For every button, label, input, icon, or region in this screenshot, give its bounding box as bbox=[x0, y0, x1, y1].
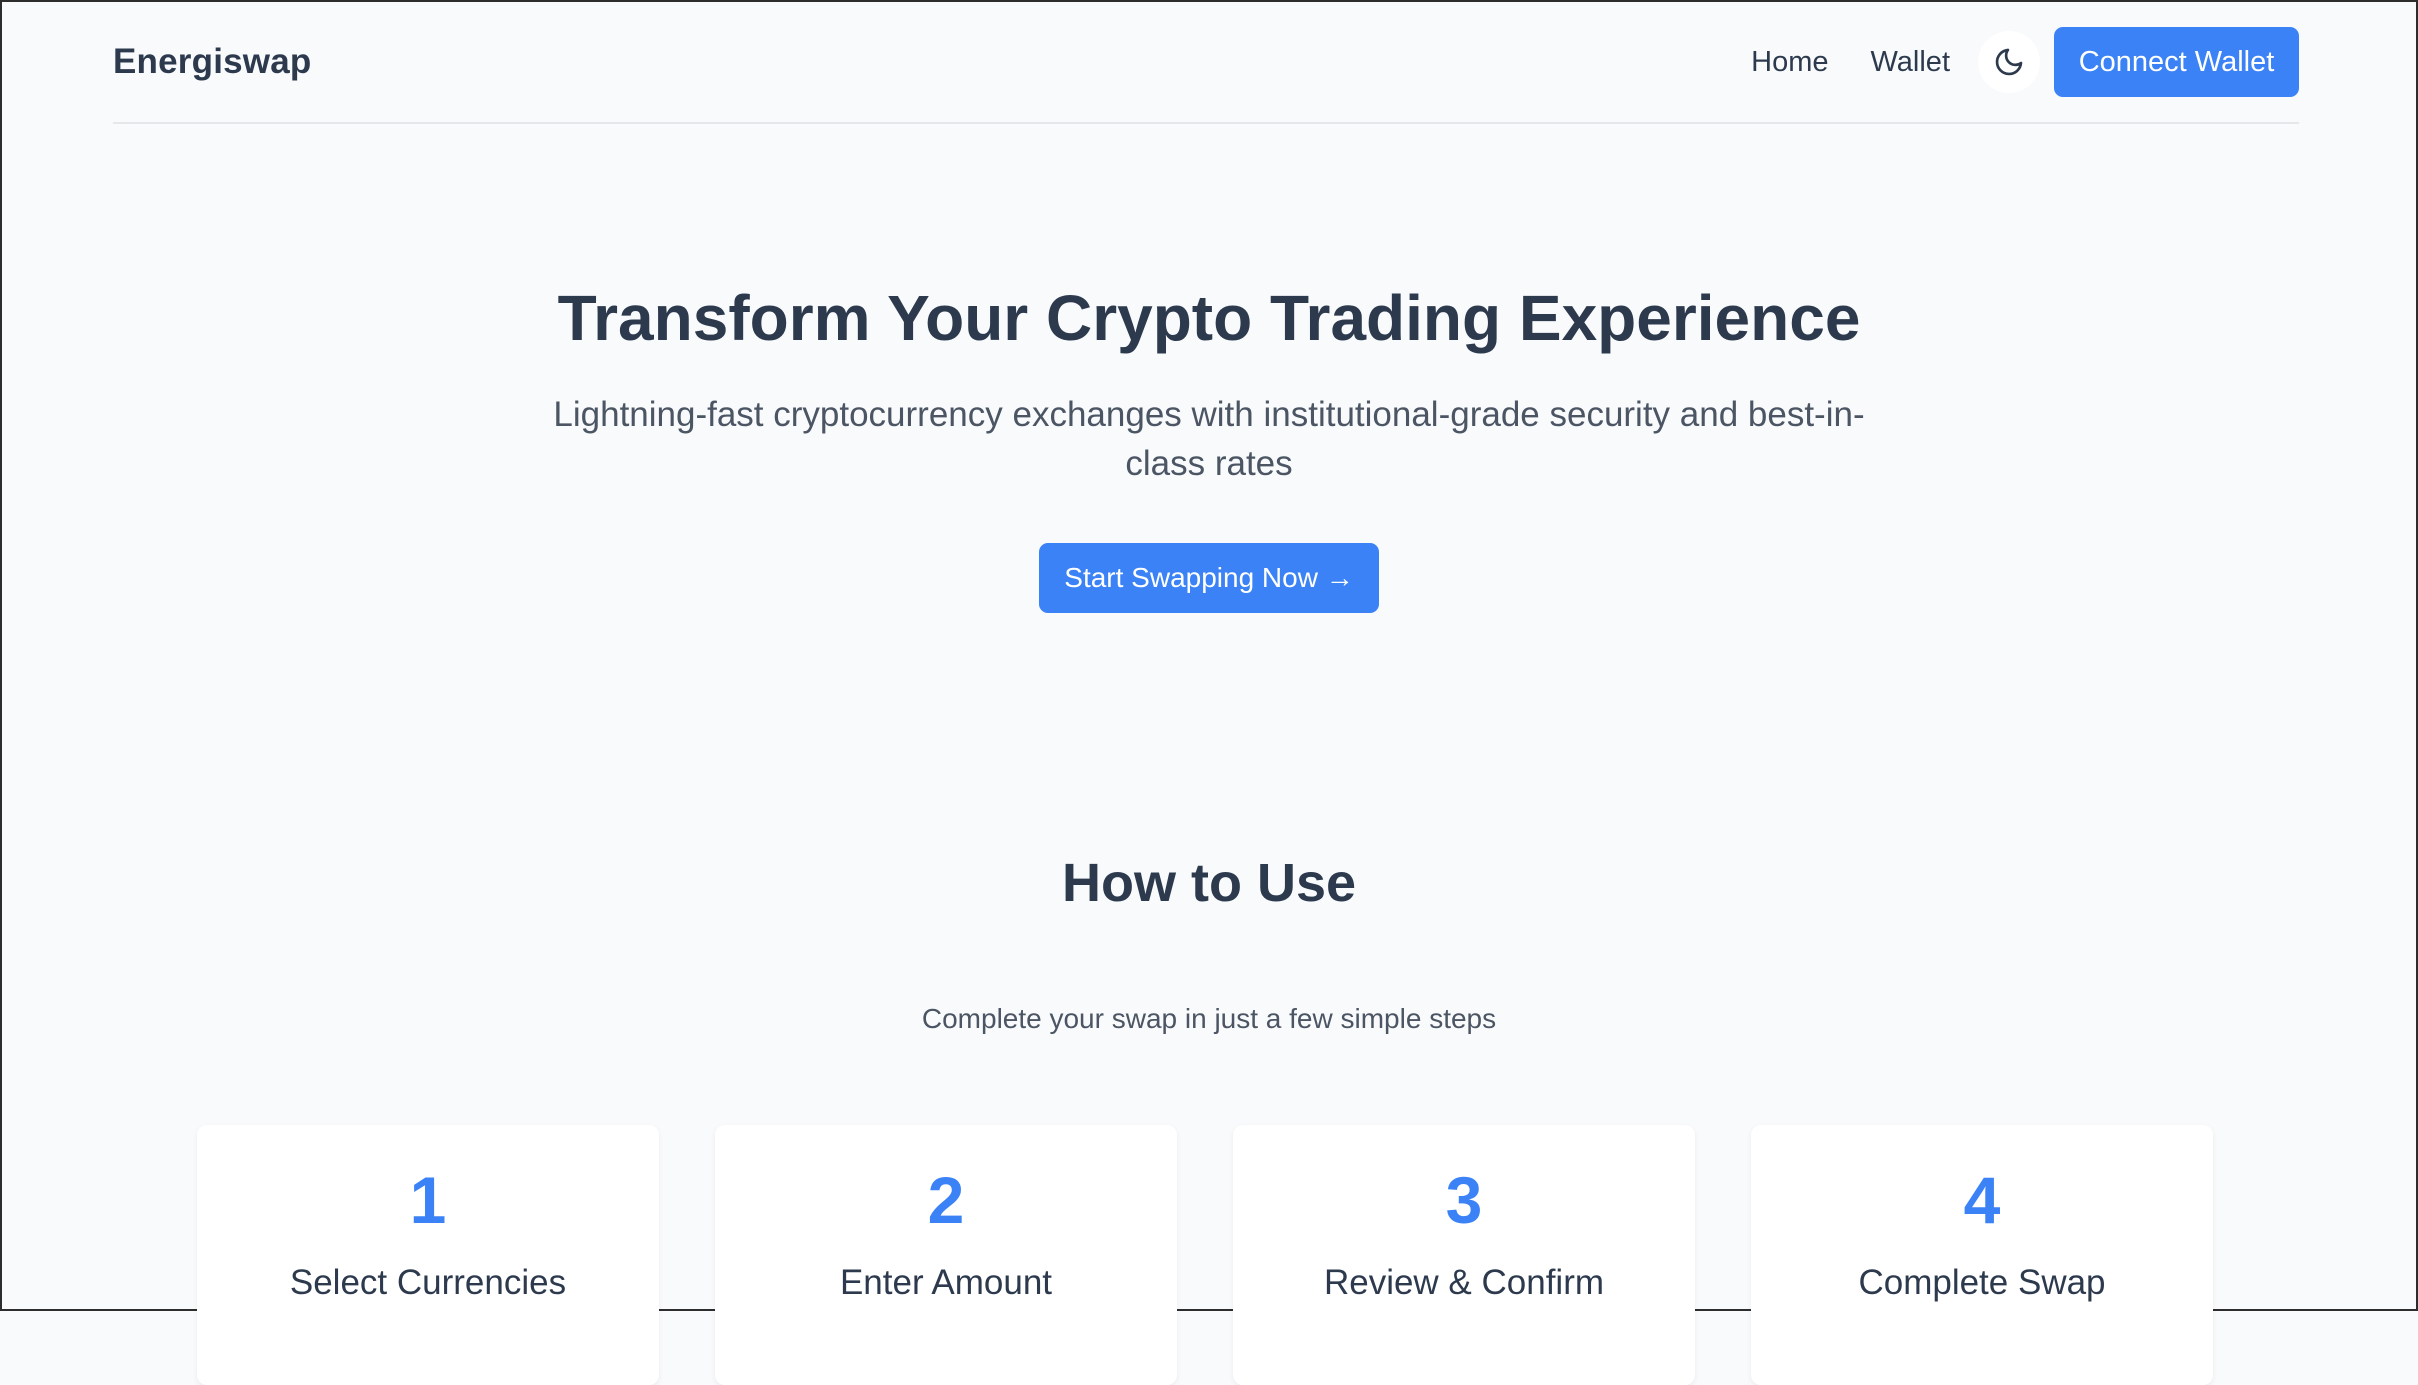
steps-list: 1 Select Currencies 2 Enter Amount 3 Rev… bbox=[197, 1125, 2213, 1385]
how-to-use-subtitle: Complete your swap in just a few simple … bbox=[921, 1003, 1497, 1034]
nav-menu: Home Wallet Connect Wallet bbox=[1751, 2, 2299, 122]
step-card: 2 Enter Amount bbox=[715, 1125, 1177, 1385]
step-number: 1 bbox=[409, 1163, 447, 1237]
nav-link-wallet[interactable]: Wallet bbox=[1871, 46, 1951, 79]
nav-link-home[interactable]: Home bbox=[1751, 46, 1828, 79]
step-label: Complete Swap bbox=[1858, 1263, 2106, 1302]
hero-section: Transform Your Crypto Trading Experience… bbox=[2, 282, 2416, 613]
step-card: 1 Select Currencies bbox=[197, 1125, 659, 1385]
brand-logo[interactable]: Energiswap bbox=[113, 42, 311, 82]
step-label: Review & Confirm bbox=[1323, 1263, 1605, 1302]
step-label: Enter Amount bbox=[839, 1263, 1053, 1302]
step-label: Select Currencies bbox=[289, 1263, 567, 1302]
connect-wallet-button[interactable]: Connect Wallet bbox=[2054, 27, 2299, 97]
step-card: 3 Review & Confirm bbox=[1233, 1125, 1695, 1385]
hero-title: Transform Your Crypto Trading Experience bbox=[557, 282, 1861, 354]
step-number: 4 bbox=[1963, 1163, 2001, 1237]
how-to-use-title: How to Use bbox=[1061, 853, 1357, 913]
step-number: 2 bbox=[927, 1163, 965, 1237]
start-swapping-button[interactable]: Start Swapping Now → bbox=[1039, 542, 1379, 613]
theme-toggle-button[interactable] bbox=[1978, 31, 2040, 93]
step-card: 4 Complete Swap bbox=[1751, 1125, 2213, 1385]
moon-icon bbox=[1995, 48, 2023, 76]
navbar: Energiswap Home Wallet Connect Wallet bbox=[113, 2, 2299, 124]
step-number: 3 bbox=[1445, 1163, 1483, 1237]
hero-subtitle: Lightning-fast cryptocurrency exchanges … bbox=[553, 394, 1865, 483]
